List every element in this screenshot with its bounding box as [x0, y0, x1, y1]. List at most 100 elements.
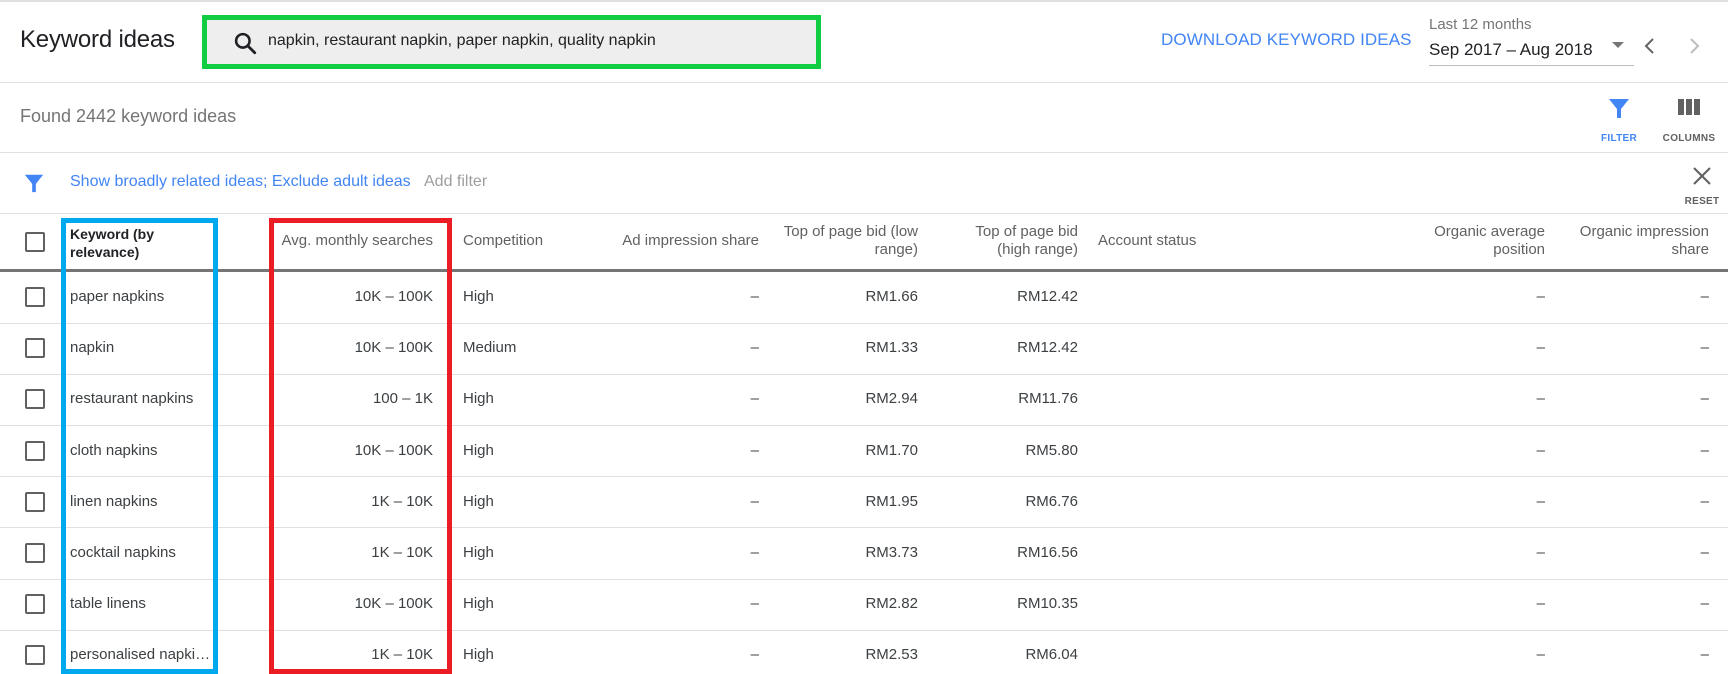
reset-label: RESET	[1684, 196, 1720, 207]
organic-average-position-cell: –	[1536, 441, 1545, 459]
organic-impression-share-cell: –	[1700, 544, 1709, 561]
column-header-competition[interactable]: Competition	[463, 232, 543, 250]
column-header-bid-high[interactable]: Top of page bid (high range)	[938, 223, 1078, 259]
bid-high-cell: RM12.42	[1017, 339, 1078, 357]
organic-average-position-cell: –	[1536, 595, 1545, 613]
organic-impression-share-cell: –	[1700, 441, 1709, 459]
ad-impression-share-cell: –	[750, 288, 759, 305]
table-header-divider	[0, 269, 1728, 272]
row-divider	[0, 322, 1728, 324]
keyword-search-input[interactable]: napkin, restaurant napkin, paper napkin,…	[202, 15, 821, 69]
competition-cell: High	[463, 595, 494, 613]
row-divider	[0, 629, 1728, 631]
page-title: Keyword ideas	[20, 26, 175, 53]
competition-cell: High	[463, 390, 494, 408]
column-header-organic-impression-share[interactable]: Organic impression share	[1549, 223, 1709, 259]
filter-button[interactable]: FILTER	[1589, 96, 1649, 144]
organic-impression-share-cell: –	[1700, 492, 1709, 510]
competition-cell: High	[463, 544, 494, 561]
header-divider	[0, 82, 1728, 83]
organic-impression-share-cell: –	[1700, 595, 1709, 613]
close-icon	[1693, 167, 1711, 185]
top-border	[0, 0, 1728, 2]
row-checkbox[interactable]	[25, 287, 45, 307]
columns-label: COLUMNS	[1662, 133, 1716, 144]
row-divider	[0, 425, 1728, 426]
ad-impression-share-cell: –	[750, 492, 759, 510]
filter-label: FILTER	[1600, 133, 1638, 144]
ad-impression-share-cell: –	[750, 339, 759, 357]
bid-high-cell: RM5.80	[1025, 441, 1078, 459]
column-header-account-status[interactable]: Account status	[1098, 232, 1196, 250]
date-range-select[interactable]: Sep 2017 – Aug 2018	[1429, 40, 1593, 60]
searches-column-highlight	[269, 218, 452, 674]
date-range-label: Last 12 months	[1429, 16, 1532, 33]
competition-cell: Medium	[463, 339, 517, 357]
column-header-organic-average-position[interactable]: Organic average position	[1385, 223, 1545, 259]
results-count: Found 2442 keyword ideas	[20, 106, 237, 126]
ad-impression-share-cell: –	[750, 544, 759, 561]
bid-high-cell: RM6.04	[1025, 646, 1078, 664]
date-range-underline	[1429, 65, 1634, 66]
download-keyword-ideas-link[interactable]: DOWNLOAD KEYWORD IDEAS	[1161, 30, 1412, 50]
bid-low-cell: RM1.66	[865, 288, 918, 305]
row-checkbox[interactable]	[25, 338, 45, 359]
select-all-checkbox[interactable]	[25, 232, 45, 252]
keyword-column-highlight	[61, 218, 218, 674]
row-divider	[0, 476, 1728, 478]
bid-low-cell: RM1.70	[865, 441, 918, 459]
reset-filters-button[interactable]: RESET	[1680, 165, 1724, 207]
search-icon	[234, 32, 257, 55]
organic-average-position-cell: –	[1536, 390, 1545, 408]
row-checkbox[interactable]	[25, 594, 45, 615]
ad-impression-share-cell: –	[750, 646, 759, 664]
search-value[interactable]: napkin, restaurant napkin, paper napkin,…	[268, 32, 656, 50]
column-header-bid-low[interactable]: Top of page bid (low range)	[758, 223, 918, 259]
row-checkbox[interactable]	[25, 389, 45, 410]
row-divider	[0, 373, 1728, 375]
active-filters-link[interactable]: Show broadly related ideas; Exclude adul…	[70, 173, 411, 191]
bid-high-cell: RM12.42	[1017, 288, 1078, 305]
filter-divider	[0, 213, 1728, 214]
column-header-ad-impression-share[interactable]: Ad impression share	[579, 232, 759, 250]
bid-low-cell: RM2.82	[865, 595, 918, 613]
bid-low-cell: RM3.73	[865, 544, 918, 561]
bid-high-cell: RM6.76	[1025, 492, 1078, 510]
summary-divider	[0, 152, 1728, 153]
competition-cell: High	[463, 646, 494, 664]
organic-average-position-cell: –	[1536, 646, 1545, 664]
row-divider	[0, 527, 1728, 529]
competition-cell: High	[463, 288, 494, 305]
competition-cell: High	[463, 492, 494, 510]
organic-impression-share-cell: –	[1700, 646, 1709, 664]
bid-high-cell: RM10.35	[1017, 595, 1078, 613]
organic-impression-share-cell: –	[1700, 339, 1709, 357]
filter-icon[interactable]	[23, 172, 45, 194]
chevron-right-icon[interactable]	[1684, 36, 1704, 56]
bid-high-cell: RM16.56	[1017, 544, 1078, 561]
organic-impression-share-cell: –	[1700, 288, 1709, 305]
chevron-left-icon[interactable]	[1640, 36, 1660, 56]
ad-impression-share-cell: –	[750, 595, 759, 613]
dropdown-arrow-icon[interactable]	[1612, 42, 1624, 48]
organic-average-position-cell: –	[1536, 544, 1545, 561]
bid-low-cell: RM1.33	[865, 339, 918, 357]
row-checkbox[interactable]	[25, 543, 45, 563]
row-divider	[0, 578, 1728, 580]
bid-low-cell: RM1.95	[865, 492, 918, 510]
add-filter-button[interactable]: Add filter	[424, 173, 487, 191]
bid-high-cell: RM11.76	[1018, 390, 1078, 408]
row-checkbox[interactable]	[25, 645, 45, 666]
filter-icon	[1609, 99, 1629, 118]
organic-average-position-cell: –	[1536, 492, 1545, 510]
row-checkbox[interactable]	[25, 440, 45, 461]
ad-impression-share-cell: –	[750, 390, 759, 408]
columns-button[interactable]: COLUMNS	[1659, 96, 1719, 144]
organic-average-position-cell: –	[1536, 339, 1545, 357]
columns-icon	[1678, 99, 1700, 115]
organic-average-position-cell: –	[1536, 288, 1545, 305]
bid-low-cell: RM2.53	[865, 646, 918, 664]
bid-low-cell: RM2.94	[865, 390, 918, 408]
organic-impression-share-cell: –	[1700, 390, 1709, 408]
row-checkbox[interactable]	[25, 491, 45, 512]
